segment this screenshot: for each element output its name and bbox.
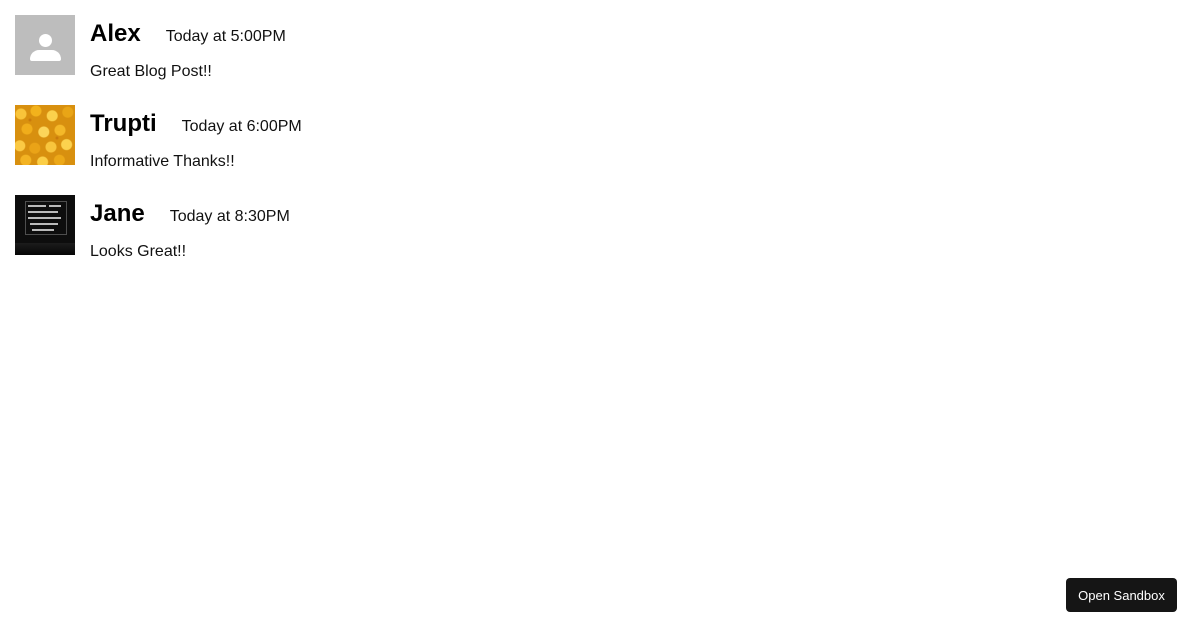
comment-header: Trupti Today at 6:00PM <box>90 105 302 137</box>
comment-text: Great Blog Post!! <box>90 63 212 80</box>
comment-item: Jane Today at 8:30PM Looks Great!! <box>15 195 302 260</box>
comment-header: Jane Today at 8:30PM <box>90 195 290 227</box>
sign-line <box>30 223 58 225</box>
sign-line <box>28 205 46 207</box>
comment-body: Alex Today at 5:00PM Great Blog Post!! <box>90 15 286 80</box>
sign-line <box>32 229 54 231</box>
author-name[interactable]: Alex <box>90 22 141 46</box>
author-name[interactable]: Jane <box>90 202 145 226</box>
comment-item: Trupti Today at 6:00PM Informative Thank… <box>15 105 302 170</box>
page: Alex Today at 5:00PM Great Blog Post!! T… <box>0 0 1200 630</box>
open-sandbox-button[interactable]: Open Sandbox <box>1066 578 1177 612</box>
person-icon-head <box>39 34 52 47</box>
sign-ground <box>15 243 75 255</box>
avatar[interactable] <box>15 195 75 255</box>
sign-line <box>49 205 61 207</box>
person-icon-body <box>30 50 61 61</box>
comment-timestamp: Today at 8:30PM <box>169 208 290 225</box>
avatar[interactable] <box>15 105 75 165</box>
comment-text: Looks Great!! <box>90 243 187 260</box>
author-name[interactable]: Trupti <box>90 112 157 136</box>
comment-body: Trupti Today at 6:00PM Informative Thank… <box>90 105 302 170</box>
sign-line <box>28 211 58 213</box>
sign-line <box>28 217 61 219</box>
comment-body: Jane Today at 8:30PM Looks Great!! <box>90 195 290 260</box>
comment-text: Informative Thanks!! <box>90 153 235 170</box>
comment-item: Alex Today at 5:00PM Great Blog Post!! <box>15 15 302 80</box>
comment-timestamp: Today at 6:00PM <box>181 118 302 135</box>
comment-timestamp: Today at 5:00PM <box>165 28 286 45</box>
comment-list: Alex Today at 5:00PM Great Blog Post!! T… <box>15 15 302 285</box>
comment-header: Alex Today at 5:00PM <box>90 15 286 47</box>
avatar[interactable] <box>15 15 75 75</box>
